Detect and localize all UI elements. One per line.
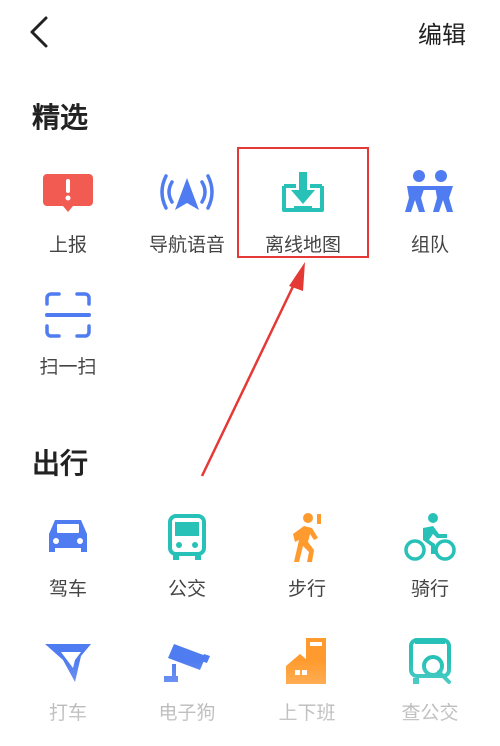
speed-camera-icon bbox=[164, 644, 210, 682]
section-title-featured: 精选 bbox=[32, 101, 89, 134]
tile-cycling[interactable]: 骑行 bbox=[370, 512, 490, 622]
tile-label: 上报 bbox=[48, 234, 87, 256]
bus-search-icon bbox=[409, 638, 451, 684]
tile-team[interactable]: 组队 bbox=[370, 168, 490, 278]
tile-label: 公交 bbox=[167, 578, 206, 600]
bus-icon bbox=[168, 514, 206, 560]
tile-label: 导航语音 bbox=[148, 234, 225, 256]
tile-taxi[interactable]: 打车 bbox=[8, 636, 128, 746]
annotation-highlight-box bbox=[237, 147, 369, 258]
tile-navigation-voice[interactable]: 导航语音 bbox=[127, 168, 247, 278]
taxi-icon bbox=[45, 644, 91, 682]
navigation-voice-icon bbox=[160, 174, 214, 210]
tile-label: 扫一扫 bbox=[39, 356, 97, 378]
tile-label: 步行 bbox=[287, 578, 326, 600]
tile-speed-camera[interactable]: 电子狗 bbox=[127, 636, 247, 746]
team-people-icon bbox=[405, 170, 453, 212]
report-alert-icon bbox=[43, 174, 93, 212]
back-arrow-icon[interactable] bbox=[26, 14, 56, 50]
commute-home-icon bbox=[286, 638, 326, 684]
tile-label: 上下班 bbox=[278, 702, 336, 724]
tile-label: 打车 bbox=[48, 702, 87, 724]
tile-bus-search[interactable]: 查公交 bbox=[370, 636, 490, 746]
tile-bus[interactable]: 公交 bbox=[127, 512, 247, 622]
bicycle-icon bbox=[404, 513, 456, 561]
tile-label: 电子狗 bbox=[158, 702, 216, 724]
tile-scan[interactable]: 扫一扫 bbox=[8, 290, 128, 400]
walk-icon bbox=[293, 513, 321, 562]
tile-label: 查公交 bbox=[401, 702, 459, 724]
section-title-travel: 出行 bbox=[32, 447, 89, 480]
tile-drive[interactable]: 驾车 bbox=[8, 512, 128, 622]
tile-walk[interactable]: 步行 bbox=[247, 512, 367, 622]
edit-button[interactable]: 编辑 bbox=[418, 15, 466, 50]
car-icon bbox=[49, 520, 87, 552]
scan-icon bbox=[45, 292, 91, 338]
tile-label: 驾车 bbox=[48, 578, 87, 600]
tile-label: 组队 bbox=[410, 234, 449, 256]
top-bar: 编辑 bbox=[0, 0, 500, 64]
tile-report[interactable]: 上报 bbox=[8, 168, 128, 278]
tile-label: 骑行 bbox=[410, 578, 449, 600]
tile-commute[interactable]: 上下班 bbox=[247, 636, 367, 746]
